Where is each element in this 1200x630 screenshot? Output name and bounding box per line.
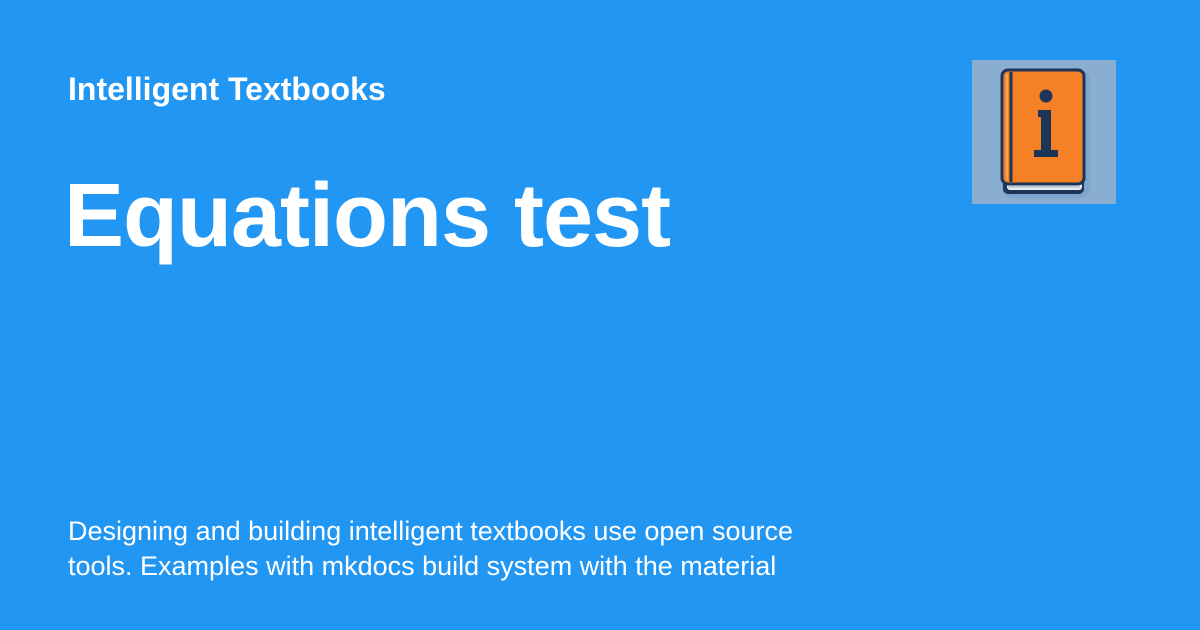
- site-logo: [972, 60, 1116, 204]
- site-name: Intelligent Textbooks: [68, 71, 386, 107]
- book-info-icon: [1000, 68, 1090, 198]
- page-title: Equations test: [64, 166, 671, 266]
- page-description: Designing and building intelligent textb…: [68, 516, 793, 581]
